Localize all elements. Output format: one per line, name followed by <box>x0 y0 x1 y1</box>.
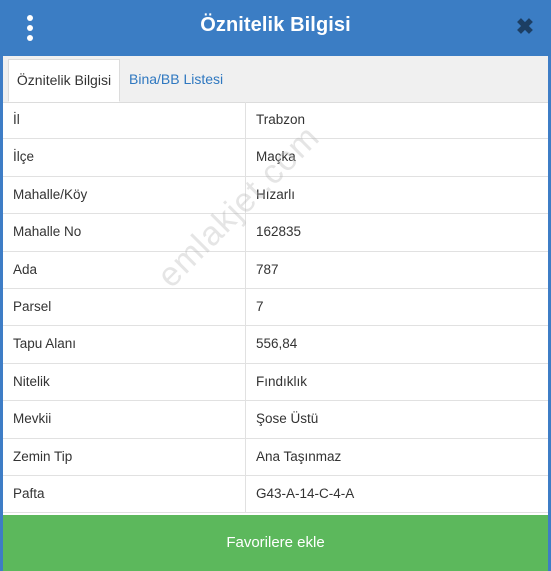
table-row: İlçe Maçka <box>3 139 548 177</box>
dialog-header: Öznitelik Bilgisi ✖ <box>0 0 551 56</box>
row-key: Nitelik <box>13 373 50 389</box>
row-value: Ana Taşınmaz <box>256 448 342 464</box>
attribute-table: İl Trabzon İlçe Maçka Mahalle/Köy Hızarlı M… <box>3 102 548 514</box>
table-row: Mahalle/Köy Hızarlı <box>3 176 548 215</box>
tab-oznitelik-bilgisi[interactable]: Öznitelik Bilgisi <box>8 59 120 102</box>
row-key: İl <box>13 112 20 127</box>
table-row: Tapu Alanı 556,84 <box>3 326 548 364</box>
row-value: 787 <box>256 261 279 277</box>
row-value: G43-A-14-C-4-A <box>256 485 355 501</box>
row-key: Tapu Alanı <box>13 336 77 352</box>
row-value: Şose Üstü <box>256 411 319 427</box>
row-key: Mevkii <box>13 411 52 427</box>
row-key: Parsel <box>13 298 52 314</box>
row-value: Trabzon <box>256 112 306 127</box>
add-to-favorites-button[interactable]: Favorilere ekle <box>3 515 548 571</box>
row-key: Zemin Tip <box>13 448 73 464</box>
row-key: Pafta <box>13 485 45 501</box>
table-row: Zemin Tip Ana Taşınmaz <box>3 438 548 476</box>
row-value: 162835 <box>256 224 302 240</box>
dialog-title: Öznitelik Bilgisi <box>200 14 351 36</box>
row-key: Mahalle/Köy <box>13 186 88 202</box>
row-key: Ada <box>13 261 38 277</box>
row-value: Maçka <box>256 149 296 165</box>
table-row: İl Trabzon <box>3 102 548 140</box>
table-row: Pafta G43-A-14-C-4-A <box>3 475 548 514</box>
tab-bina-bb-listesi[interactable]: Bina/BB Listesi <box>129 59 223 102</box>
close-icon[interactable]: ✖ <box>514 14 536 40</box>
table-row: Mahalle No 162835 <box>3 214 548 252</box>
row-value: Fındıklık <box>256 373 308 389</box>
row-value: 556,84 <box>256 336 298 352</box>
row-value: Hızarlı <box>256 186 296 202</box>
table-row: Ada 787 <box>3 251 548 289</box>
table-row: Parsel 7 <box>3 288 548 327</box>
row-key: İlçe <box>13 149 35 165</box>
table-row: Mevkii Şose Üstü <box>3 401 548 439</box>
row-value: 7 <box>256 298 264 314</box>
tab-bar: Öznitelik Bilgisi Bina/BB Listesi <box>3 56 548 103</box>
row-key: Mahalle No <box>13 224 82 240</box>
table-row: Nitelik Fındıklık <box>3 363 548 402</box>
